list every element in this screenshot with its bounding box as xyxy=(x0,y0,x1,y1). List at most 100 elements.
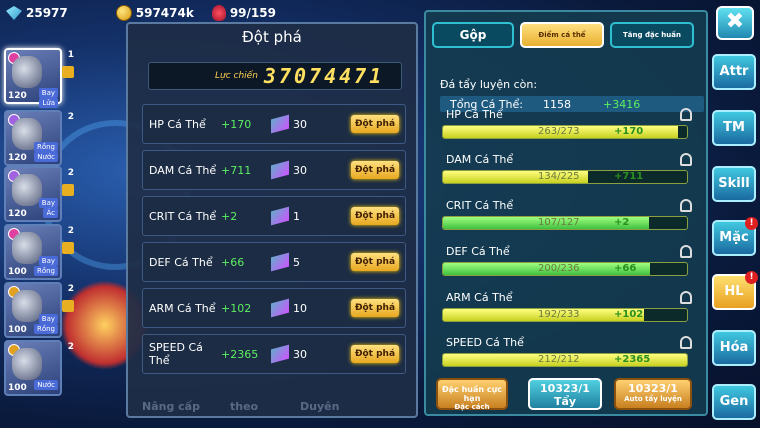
stat-row-dam: DAM Cá Thể 134/225 +711 xyxy=(442,153,702,193)
stat-row-arm: ARM Cá Thể 192/233 +102 xyxy=(442,291,702,331)
book-count: 5 xyxy=(293,255,300,269)
stat-name: SPEED Cá Thể xyxy=(446,336,524,349)
hero-card[interactable]: Nước 100 2 xyxy=(4,340,74,396)
hero-list: Bay Lửa 120 1 Rồng Nước 120 2 Bay Ác 120… xyxy=(4,40,124,428)
hero-star: 1 xyxy=(67,50,74,60)
hero-tag: Lửa xyxy=(39,98,58,108)
breakthrough-button[interactable]: Đột phá xyxy=(351,207,399,225)
book-count: 1 xyxy=(293,209,300,223)
nav-tm[interactable]: TM xyxy=(712,110,756,146)
hero-card[interactable]: Bay Rồng 100 2 xyxy=(4,224,74,280)
nav-skill[interactable]: Skill xyxy=(712,166,756,202)
button-sublabel: Đặc cách xyxy=(454,403,490,411)
stat-name: SPEED Cá Thể xyxy=(149,341,203,367)
book-count: 10 xyxy=(293,301,307,315)
stat-name: ARM Cá Thể xyxy=(446,291,513,304)
stat-bonus: +170 xyxy=(614,126,644,137)
lock-icon[interactable] xyxy=(680,245,692,258)
stat-name: CRIT Cá Thể xyxy=(446,199,514,212)
hero-card[interactable]: Bay Lửa 120 1 xyxy=(4,48,74,108)
breakthrough-button[interactable]: Đột phá xyxy=(351,115,399,133)
breakthrough-button[interactable]: Đột phá xyxy=(351,299,399,317)
tab-individual-points[interactable]: Điểm cá thể xyxy=(520,22,604,48)
gem-value: 25977 xyxy=(26,6,68,20)
hero-tag: Rồng xyxy=(33,142,58,152)
lock-icon xyxy=(62,300,74,312)
hero-portrait xyxy=(12,232,42,264)
stat-name: ARM Cá Thể xyxy=(149,301,216,315)
breakthrough-button[interactable]: Đột phá xyxy=(351,253,399,271)
breakthrough-button[interactable]: Đột phá xyxy=(351,345,399,363)
button-label: Auto tẩy luyện xyxy=(624,395,682,403)
stat-bonus: +2365 xyxy=(614,354,651,365)
combat-power-box: Lực chiến 37074471 xyxy=(148,62,402,90)
lock-icon[interactable] xyxy=(680,291,692,304)
lock-icon[interactable] xyxy=(680,153,692,166)
stat-name: DEF Cá Thể xyxy=(446,245,510,258)
extreme-training-button[interactable]: Đặc huấn cực hạn Đặc cách xyxy=(436,378,508,411)
auto-wash-button[interactable]: 10323/1 Auto tẩy luyện xyxy=(614,378,692,410)
lock-icon[interactable] xyxy=(680,336,692,349)
nav-label: Gen xyxy=(719,394,749,409)
close-button[interactable]: ✖ xyxy=(716,6,754,40)
hero-card[interactable]: Rồng Nước 120 2 xyxy=(4,110,74,166)
book-icon xyxy=(271,206,289,226)
stat-bonus: +170 xyxy=(221,117,252,131)
hero-star: 2 xyxy=(67,226,74,236)
stat-row-hp: HP Cá Thể 263/273 +170 xyxy=(442,108,702,148)
stat-value: 192/233 xyxy=(538,309,580,320)
training-tabs: Gộp Điểm cá thể Tăng đặc huấn xyxy=(432,22,694,48)
hero-tag: Bay xyxy=(38,314,58,324)
combat-power-value: 37074471 xyxy=(263,64,385,88)
wash-stone-count: 10323/1 xyxy=(540,382,590,395)
nav-equip[interactable]: Mặc! xyxy=(712,217,758,256)
breakthrough-row: CRIT Cá Thể +2 1 Đột phá xyxy=(142,196,406,236)
book-icon xyxy=(271,298,289,318)
hero-level: 100 xyxy=(8,325,27,335)
stat-row-def: DEF Cá Thể 200/236 +66 xyxy=(442,245,702,285)
wash-button[interactable]: 10323/1 Tẩy xyxy=(528,378,602,410)
hero-tag: Ác xyxy=(43,208,58,218)
gem-icon xyxy=(6,6,22,20)
stat-name: DAM Cá Thể xyxy=(446,153,514,166)
nav-transform[interactable]: Hóa xyxy=(712,330,756,366)
lock-icon xyxy=(62,66,74,78)
stat-bonus: +102 xyxy=(614,309,644,320)
hero-portrait xyxy=(12,56,42,88)
stamina-potion-icon xyxy=(211,5,226,21)
nav-label: Mặc xyxy=(719,230,749,245)
nav-attr[interactable]: Attr xyxy=(712,54,756,90)
hero-level: 100 xyxy=(8,267,27,277)
nav-label: Skill xyxy=(718,176,750,191)
hero-tag: Nước xyxy=(34,380,58,390)
tab-special-training[interactable]: Tăng đặc huấn xyxy=(610,22,694,48)
stat-name: HP Cá Thể xyxy=(446,108,503,121)
book-icon xyxy=(271,114,289,134)
breakthrough-button[interactable]: Đột phá xyxy=(351,161,399,179)
hero-tag: Nước xyxy=(34,152,58,162)
stat-bonus: +66 xyxy=(614,263,637,274)
stat-name: DAM Cá Thể xyxy=(149,163,217,177)
hero-portrait xyxy=(12,290,42,322)
hero-tag: Rồng xyxy=(33,324,58,334)
stat-value: 200/236 xyxy=(538,263,580,274)
breakthrough-row: HP Cá Thể +170 30 Đột phá xyxy=(142,104,406,144)
nav-label: TM xyxy=(723,120,745,135)
breakthrough-row: DEF Cá Thể +66 5 Đột phá xyxy=(142,242,406,282)
wash-stone-count: 10323/1 xyxy=(628,382,678,395)
nav-label: Attr xyxy=(719,64,749,79)
lock-icon[interactable] xyxy=(680,199,692,212)
hero-card[interactable]: Bay Rồng 100 2 xyxy=(4,282,74,338)
stat-bonus: +2 xyxy=(221,209,238,223)
nav-gen[interactable]: Gen xyxy=(712,384,756,420)
tab-merge[interactable]: Gộp xyxy=(432,22,514,48)
remaining-stones-label: Đá tẩy luyện còn: xyxy=(440,78,538,91)
lock-icon xyxy=(62,184,74,196)
stat-value: 263/273 xyxy=(538,126,580,137)
book-icon xyxy=(271,252,289,272)
lock-icon[interactable] xyxy=(680,108,692,121)
stat-row-crit: CRIT Cá Thể 107/127 +2 xyxy=(442,199,702,239)
stat-value: 134/225 xyxy=(538,171,580,182)
hero-card[interactable]: Bay Ác 120 2 xyxy=(4,166,74,222)
nav-hl[interactable]: HL! xyxy=(712,271,758,310)
